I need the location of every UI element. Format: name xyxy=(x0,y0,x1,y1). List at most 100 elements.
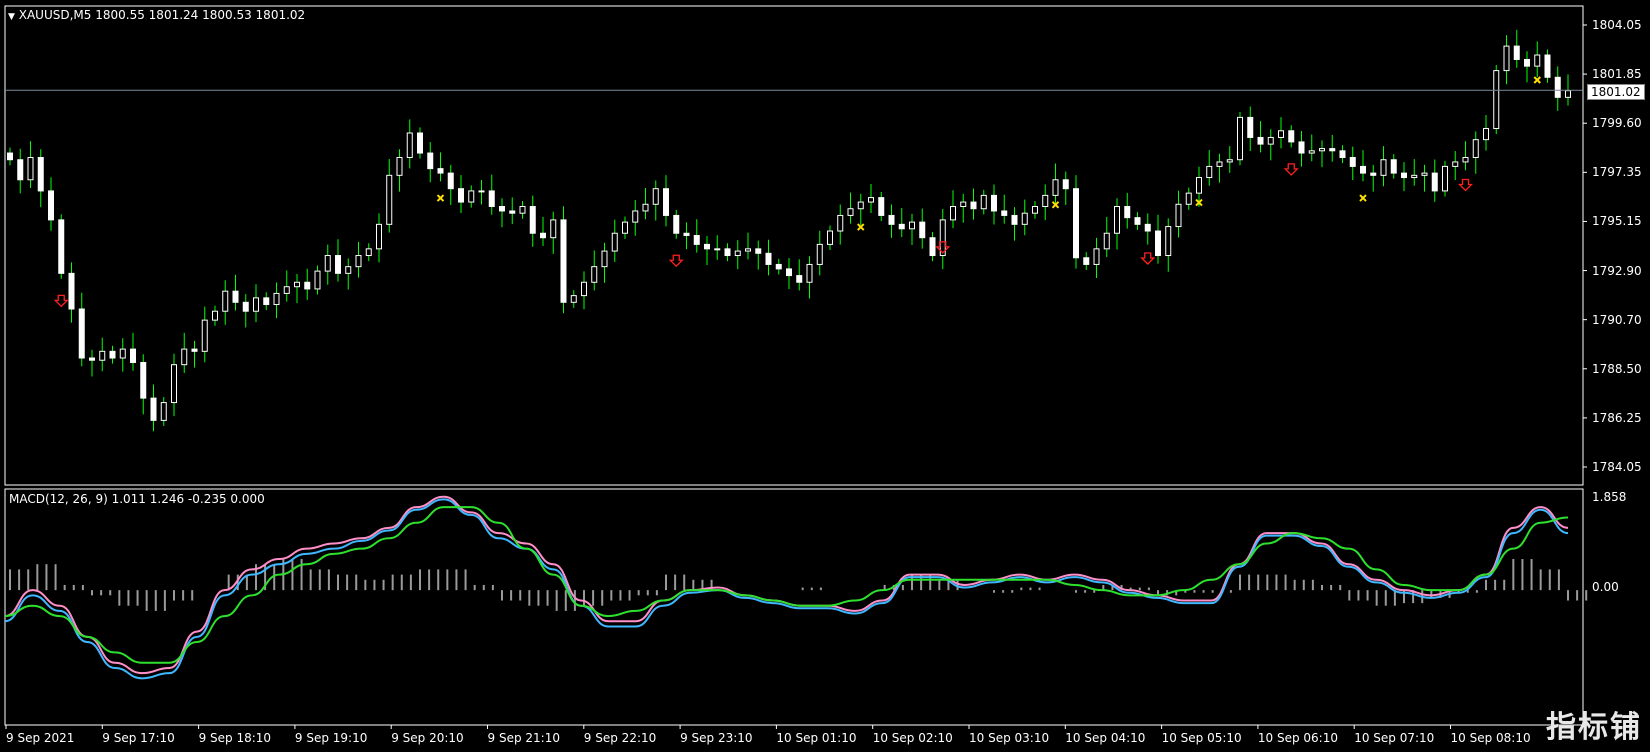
candle-body xyxy=(970,201,977,210)
collapse-arrow-icon[interactable]: ▼ xyxy=(8,12,15,22)
candle-body xyxy=(1124,206,1131,219)
candle-body xyxy=(1206,165,1213,179)
candle-body xyxy=(570,295,577,303)
candle-body xyxy=(1554,76,1561,98)
candle-body xyxy=(324,255,331,272)
candle-body xyxy=(314,270,321,290)
candle-body xyxy=(622,221,628,234)
candle-body xyxy=(581,281,587,297)
candle-body xyxy=(857,201,864,210)
candle-body xyxy=(355,255,362,268)
candle-body xyxy=(550,219,557,239)
candle-body xyxy=(939,219,946,257)
macd-axis-label: 1.858 xyxy=(1592,490,1627,504)
cross-marker-icon xyxy=(1359,194,1367,202)
candle-body xyxy=(478,190,485,193)
price-axis-label: 1801.85 xyxy=(1592,67,1642,82)
candle-body xyxy=(1411,174,1418,179)
time-axis-label: 9 Sep 23:10 xyxy=(680,731,753,745)
candle-body xyxy=(1360,165,1366,174)
trading-chart[interactable] xyxy=(0,0,1650,752)
candle-body xyxy=(119,348,126,359)
candle-body xyxy=(909,221,915,230)
time-axis-label: 9 Sep 22:10 xyxy=(583,731,657,745)
candle-body xyxy=(704,243,710,250)
main-pane-frame xyxy=(4,5,1584,486)
candle-body xyxy=(868,197,874,203)
time-axis-label: 10 Sep 05:10 xyxy=(1161,731,1242,745)
candle-body xyxy=(755,248,762,254)
candle-body xyxy=(89,357,95,361)
candle-body xyxy=(786,268,792,277)
time-axis-label: 9 Sep 19:10 xyxy=(294,731,368,745)
time-axis-label: 10 Sep 03:10 xyxy=(969,731,1050,745)
chart-title: ▼ XAUUSD,M5 1800.55 1801.24 1800.53 1801… xyxy=(8,8,305,24)
time-axis-label: 10 Sep 06:10 xyxy=(1257,731,1338,745)
candle-body xyxy=(1524,58,1530,67)
candle-body xyxy=(396,156,403,176)
price-axis-label: 1799.60 xyxy=(1592,116,1642,131)
candle-body xyxy=(1401,172,1407,179)
time-axis-label: 10 Sep 01:10 xyxy=(776,731,857,745)
candle-body xyxy=(1134,217,1141,225)
candle-body xyxy=(1083,257,1090,265)
candle-body xyxy=(960,201,967,208)
candle-body xyxy=(1001,210,1008,216)
candle-body xyxy=(78,308,85,359)
time-axis-label: 9 Sep 17:10 xyxy=(102,731,175,745)
candle-body xyxy=(878,197,885,216)
price-axis-label: 1795.15 xyxy=(1592,214,1642,229)
candle-body xyxy=(1247,116,1254,138)
candle-body xyxy=(714,248,721,251)
candle-body xyxy=(417,132,423,154)
candle-body xyxy=(673,214,680,234)
candle-body xyxy=(1196,177,1202,194)
candle-body xyxy=(48,190,54,221)
candle-body xyxy=(509,210,516,214)
candle-body xyxy=(652,188,659,205)
macd-indicator-label: MACD(12, 26, 9) 1.011 1.246 -0.235 0.000 xyxy=(9,492,265,506)
macd-axis-label: 0.00 xyxy=(1592,580,1619,594)
candle-body xyxy=(950,206,956,221)
candle-body xyxy=(980,194,987,210)
candle-body xyxy=(1319,148,1325,152)
candle-body xyxy=(642,203,649,212)
candle-body xyxy=(1267,136,1274,145)
candle-body xyxy=(991,194,997,212)
time-axis-label: 9 Sep 20:10 xyxy=(391,731,464,745)
price-axis-label: 1792.90 xyxy=(1592,263,1642,278)
candle-body xyxy=(611,232,618,252)
time-axis-label: 10 Sep 07:10 xyxy=(1354,731,1435,745)
candle-body xyxy=(1165,226,1172,257)
candle-body xyxy=(468,190,475,203)
time-axis-label: 9 Sep 21:10 xyxy=(487,731,560,745)
candle-body xyxy=(1370,172,1377,176)
candle-body xyxy=(1216,161,1223,167)
candle-body xyxy=(160,402,167,421)
candle-body xyxy=(304,281,311,290)
candle-body xyxy=(1452,161,1459,167)
candle-body xyxy=(1032,206,1038,214)
price-axis-label: 1786.25 xyxy=(1592,410,1642,425)
candle-body xyxy=(130,348,136,363)
candle-body xyxy=(1503,45,1510,72)
candle-body xyxy=(437,168,444,174)
candle-body xyxy=(1073,188,1079,259)
sell-arrow-icon xyxy=(668,254,684,268)
price-axis-label: 1790.70 xyxy=(1592,312,1642,327)
candle-body xyxy=(827,230,833,245)
candle-body xyxy=(1329,148,1336,152)
sell-arrow-icon xyxy=(53,294,69,308)
candle-body xyxy=(591,266,598,283)
candle-body xyxy=(1472,139,1479,158)
candle-body xyxy=(1380,159,1387,176)
candle-body xyxy=(1339,150,1346,158)
macd-fast-line xyxy=(4,495,1569,675)
candle-body xyxy=(1462,156,1469,163)
candle-body xyxy=(273,292,280,306)
candle-body xyxy=(1390,159,1397,174)
candle-body xyxy=(386,174,393,225)
time-axis-label: 10 Sep 04:10 xyxy=(1065,731,1146,745)
candle-body xyxy=(294,281,300,288)
current-price-tag: 1801.02 xyxy=(1587,84,1645,100)
